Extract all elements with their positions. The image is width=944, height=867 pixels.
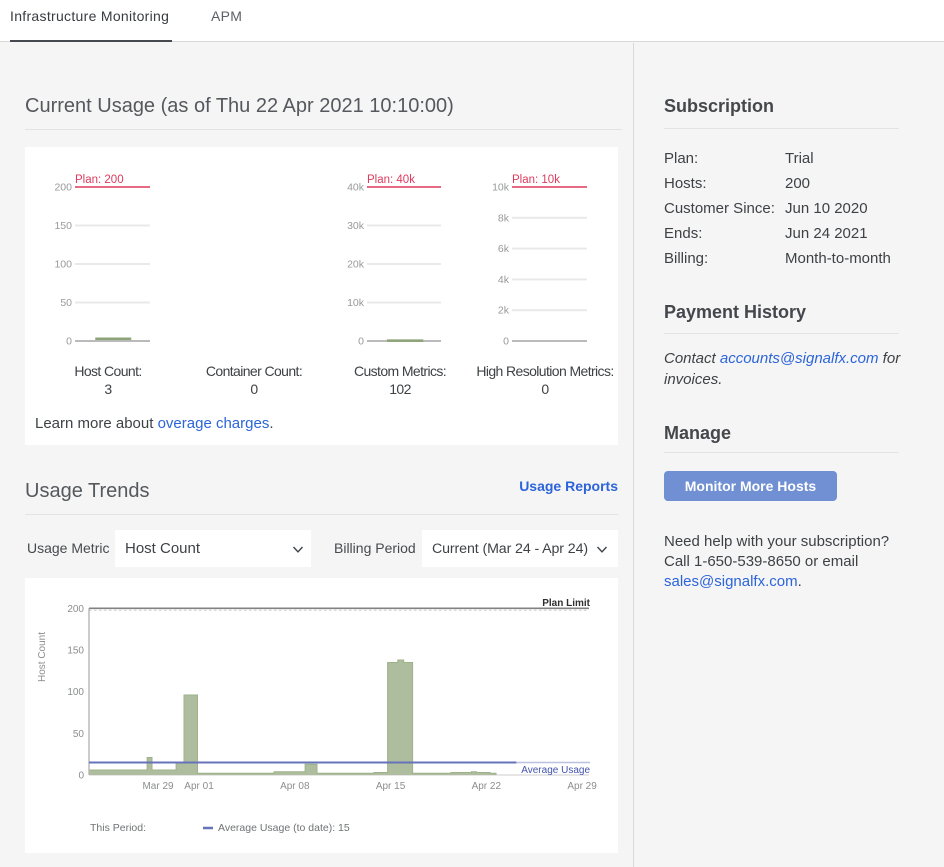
stat-custom-metrics: Custom Metrics: 102 [327,363,473,398]
learn-more-text: Learn more about overage charges. [35,415,274,432]
help-line2: Call 1-650-539-8650 or email [664,553,858,570]
manage-title: Manage [664,423,731,444]
divider [25,514,618,515]
stat-label: Host Count: [35,363,181,380]
stat-value: 102 [327,381,473,398]
chevron-down-icon [596,543,608,555]
payment-contact-text: Contact accounts@signalfx.com for invoic… [664,348,904,390]
svg-text:This Period:: This Period: [90,822,146,834]
subscription-row-label: Billing: [664,250,785,267]
tab-bar: Infrastructure Monitoring APM [0,0,944,42]
svg-text:Apr 08: Apr 08 [280,781,310,792]
divider [25,129,622,130]
svg-text:100: 100 [67,687,84,698]
vertical-divider [633,43,634,867]
divider [664,452,899,453]
subscription-row-label: Ends: [664,225,785,242]
stat-container-count: Container Count: 0 [181,363,327,398]
svg-text:2k: 2k [498,305,510,317]
subscription-row-label: Plan: [664,150,785,167]
current-usage-title: Current Usage (as of Thu 22 Apr 2021 10:… [25,95,454,118]
tab-label: APM [211,8,242,24]
subscription-row: Customer Since:Jun 10 2020 [664,196,900,221]
billing-period-select[interactable]: Current (Mar 24 - Apr 24) [422,530,618,567]
tab-infrastructure-monitoring[interactable]: Infrastructure Monitoring [10,0,172,42]
subscription-row-value: Jun 24 2021 [785,225,868,242]
contact-prefix: Contact [664,350,720,367]
svg-text:Apr 15: Apr 15 [376,781,406,792]
divider [664,333,899,334]
subscription-row-value: Month-to-month [785,250,891,267]
svg-text:Average Usage: Average Usage [521,765,590,776]
usage-page: Infrastructure Monitoring APM Current Us… [0,0,944,867]
stat-label: Container Count: [181,363,327,380]
tab-apm[interactable]: APM [211,0,242,42]
tab-label: Infrastructure Monitoring [10,8,169,24]
stat-label: Custom Metrics: [327,363,473,380]
monitor-more-hosts-button[interactable]: Monitor More Hosts [664,471,837,501]
stat-high-resolution-metrics: High Resolution Metrics: 0 [472,363,618,398]
high-resolution-metrics-sparkline-chart: 10k 8k 6k 4k 2k 0 Plan: 10k [25,147,618,362]
usage-trends-title: Usage Trends [25,480,150,503]
subscription-row: Ends:Jun 24 2021 [664,221,900,246]
stat-value: 0 [181,381,327,398]
svg-text:Apr 29: Apr 29 [567,781,597,792]
usage-reports-link[interactable]: Usage Reports [519,478,618,494]
subscription-row: Hosts:200 [664,171,900,196]
divider [664,128,899,129]
svg-text:Apr 22: Apr 22 [472,781,502,792]
accounts-email-link[interactable]: accounts@signalfx.com [720,350,879,367]
overage-charges-link[interactable]: overage charges [158,415,270,432]
usage-metric-label: Usage Metric [27,540,109,556]
help-suffix: . [798,573,802,590]
subscription-row-label: Hosts: [664,175,785,192]
svg-text:Plan: 10k: Plan: 10k [512,174,560,186]
current-usage-card: 200150100500Plan: 200 40k30k20k10k0Plan:… [25,147,618,445]
stat-host-count: Host Count: 3 [35,363,181,398]
help-line1: Need help with your subscription? [664,533,889,550]
help-text: Need help with your subscription? Call 1… [664,532,914,592]
sales-email-link[interactable]: sales@signalfx.com [664,573,798,590]
usage-trend-chart: Plan Limit Average Usage 200 150 100 50 0 Host … [25,578,618,858]
billing-period-label: Billing Period [334,540,416,556]
usage-metric-value: Host Count [125,530,200,567]
usage-trend-card: Plan Limit Average Usage 200 150 100 50 0 Host … [25,578,618,853]
svg-text:8k: 8k [498,212,510,224]
usage-metric-select[interactable]: Host Count [115,530,311,567]
svg-text:Plan Limit: Plan Limit [542,598,590,609]
svg-text:Mar 29: Mar 29 [142,781,174,792]
svg-text:10k: 10k [492,182,510,194]
svg-text:0: 0 [503,336,509,348]
svg-text:50: 50 [73,729,85,740]
learn-more-prefix: Learn more about [35,415,158,432]
svg-text:Average Usage (to date): 15: Average Usage (to date): 15 [218,822,350,834]
subscription-row-value: 200 [785,175,810,192]
payment-history-title: Payment History [664,302,806,323]
stat-label: High Resolution Metrics: [472,363,618,380]
stat-value: 3 [35,381,181,398]
svg-text:Host Count: Host Count [37,632,48,682]
learn-more-suffix: . [269,415,273,432]
subscription-table: Plan:TrialHosts:200Customer Since:Jun 10… [664,146,900,271]
subscription-row-label: Customer Since: [664,200,785,217]
subscription-row: Billing:Month-to-month [664,246,900,271]
subscription-row-value: Jun 10 2020 [785,200,868,217]
billing-period-value: Current (Mar 24 - Apr 24) [432,530,588,567]
subscription-row: Plan:Trial [664,146,900,171]
subscription-title: Subscription [664,96,774,117]
svg-text:0: 0 [78,771,84,782]
chevron-down-icon [292,543,304,555]
svg-text:Apr 01: Apr 01 [184,781,214,792]
stat-value: 0 [472,381,618,398]
subscription-row-value: Trial [785,150,814,167]
svg-text:6k: 6k [498,243,510,255]
svg-text:150: 150 [67,645,84,656]
svg-text:4k: 4k [498,274,510,286]
svg-text:200: 200 [67,604,84,615]
